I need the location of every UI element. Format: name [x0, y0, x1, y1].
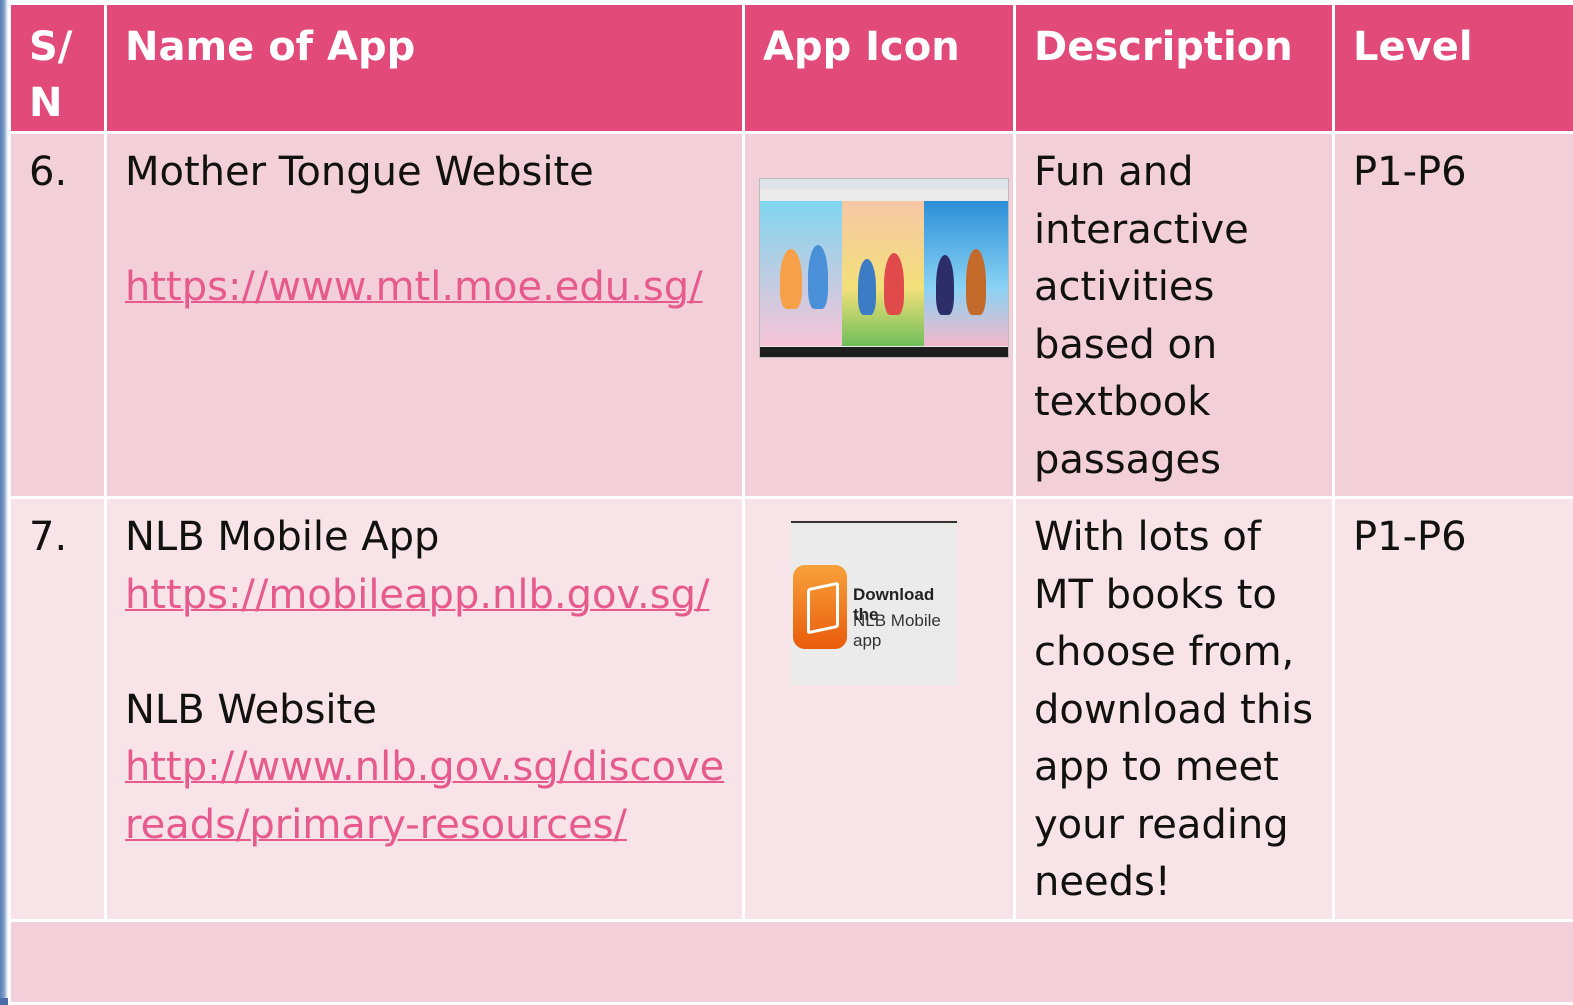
- figure: [858, 259, 876, 315]
- desc-line: textbook: [1034, 374, 1332, 432]
- figure: [936, 255, 954, 315]
- table-row-empty: [10, 921, 1573, 1004]
- desc-line: interactive: [1034, 202, 1332, 260]
- browser-bar: [760, 179, 1008, 189]
- figure: [966, 249, 986, 315]
- nlb-website-link-line2[interactable]: reads/primary-resources/: [125, 797, 742, 855]
- app-name-secondary: NLB Website: [125, 682, 742, 740]
- desc-line: Fun and: [1034, 144, 1332, 202]
- nlb-website-link-line1[interactable]: http://www.nlb.gov.sg/discove: [125, 739, 742, 797]
- header-level: Level: [1334, 4, 1573, 133]
- cell-sn: 7.: [10, 498, 106, 921]
- mtl-website-screenshot: [759, 178, 1009, 358]
- desc-line: app to meet: [1034, 739, 1332, 797]
- apps-table: S/N Name of App App Icon Description Lev…: [8, 2, 1573, 1005]
- panel-malay: [842, 201, 924, 346]
- desc-line: With lots of: [1034, 509, 1332, 567]
- header-sn-line2: N: [29, 80, 62, 126]
- mtl-website-link[interactable]: https://www.mtl.moe.edu.sg/: [125, 259, 742, 317]
- icon-caption-2: NLB Mobile app: [853, 611, 957, 651]
- table-header-row: S/N Name of App App Icon Description Lev…: [10, 4, 1573, 133]
- figure: [780, 249, 802, 309]
- level-value: P1-P6: [1335, 134, 1573, 202]
- taskbar: [760, 347, 1008, 357]
- sn-value: 7.: [11, 499, 104, 567]
- desc-line: needs!: [1034, 854, 1332, 912]
- desc-line: choose from,: [1034, 624, 1332, 682]
- header-name: Name of App: [106, 4, 744, 133]
- sn-value: 6.: [11, 134, 104, 202]
- nlb-mobile-app-logo: Download the NLB Mobile app: [791, 521, 957, 685]
- spacer: [125, 624, 742, 682]
- nlb-book-icon: [793, 565, 847, 649]
- cell-name: NLB Mobile App https://mobileapp.nlb.gov…: [106, 498, 744, 921]
- table-row: 7. NLB Mobile App https://mobileapp.nlb.…: [10, 498, 1573, 921]
- header-icon: App Icon: [744, 4, 1015, 133]
- header-sn-line1: S/: [29, 24, 72, 70]
- app-name: NLB Mobile App: [125, 509, 742, 567]
- icon-container: [745, 134, 1013, 496]
- cell-icon: [744, 133, 1015, 498]
- cell-sn: 6.: [10, 133, 106, 498]
- cell-description: Fun and interactive activities based on …: [1015, 133, 1334, 498]
- figure: [884, 253, 904, 315]
- desc-line: MT books to: [1034, 567, 1332, 625]
- cell-icon: Download the NLB Mobile app: [744, 498, 1015, 921]
- figure: [808, 245, 828, 309]
- level-value: P1-P6: [1335, 499, 1573, 567]
- icon-container: Download the NLB Mobile app: [745, 499, 1013, 919]
- header-description: Description: [1015, 4, 1334, 133]
- cell-description: With lots of MT books to choose from, do…: [1015, 498, 1334, 921]
- cell-level: P1-P6: [1334, 133, 1573, 498]
- empty-cell: [10, 921, 1573, 1004]
- nlb-mobile-app-link[interactable]: https://mobileapp.nlb.gov.sg/: [125, 567, 742, 625]
- spacer: [125, 202, 742, 260]
- desc-line: based on: [1034, 317, 1332, 375]
- cell-name: Mother Tongue Website https://www.mtl.mo…: [106, 133, 744, 498]
- header-sn: S/N: [10, 4, 106, 133]
- desc-line: your reading: [1034, 797, 1332, 855]
- desc-line: passages: [1034, 432, 1332, 490]
- desc-line: download this: [1034, 682, 1332, 740]
- cell-level: P1-P6: [1334, 498, 1573, 921]
- desc-line: activities: [1034, 259, 1332, 317]
- app-name: Mother Tongue Website: [125, 144, 742, 202]
- table-row: 6. Mother Tongue Website https://www.mtl…: [10, 133, 1573, 498]
